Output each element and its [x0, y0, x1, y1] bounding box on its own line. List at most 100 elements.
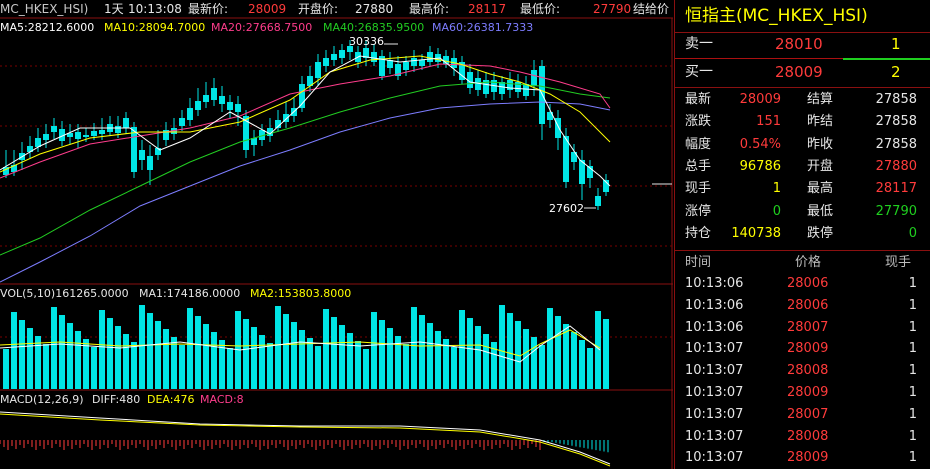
tick-time: 10:13:07	[685, 428, 744, 444]
stats-value: 27790	[875, 203, 917, 219]
ask-row[interactable]: 卖一 28010 1	[675, 33, 930, 56]
tick-price: 28007	[787, 319, 829, 335]
high-marker-label: 30336	[349, 35, 384, 48]
tick-time: 10:13:06	[685, 276, 744, 291]
volume-bar	[283, 314, 289, 389]
volume-bar	[419, 315, 425, 389]
stats-value: 151	[756, 114, 781, 130]
vol-ma2-legend: MA2:153803.8000	[250, 287, 352, 300]
candle-body	[187, 108, 193, 120]
volume-bar	[547, 308, 553, 389]
stats-label: 总手	[685, 158, 712, 174]
stats-value: 0	[908, 225, 917, 241]
bid-label: 买一	[685, 64, 713, 80]
volume-bar	[459, 310, 465, 389]
volume-bar	[139, 305, 145, 389]
stats-label: 开盘	[807, 158, 834, 174]
volume-bar	[267, 343, 273, 389]
tick-qty: 1	[908, 450, 917, 466]
tick-row[interactable]: 10:13:07 28008 1	[675, 360, 930, 382]
tick-row[interactable]: 10:13:07 28009 1	[675, 382, 930, 404]
tick-row[interactable]: 10:13:06 28006 1	[675, 273, 930, 295]
ticks-header-price: 价格	[795, 255, 822, 270]
macd-value-legend: MACD:8	[200, 393, 244, 406]
candle-body	[75, 132, 81, 139]
volume-bar	[195, 316, 201, 389]
candle-body	[515, 82, 521, 92]
tick-row[interactable]: 10:13:07 28009 1	[675, 338, 930, 360]
kline-chart-area[interactable]: MC_HKEX_HSI) 1天 10:13:08 最新价: 28009 开盘价:…	[0, 0, 673, 469]
volume-bar	[203, 324, 209, 389]
stats-value: 0	[772, 203, 781, 219]
stats-row: 总手 96786 开盘 27880	[675, 156, 930, 178]
vol-ma1-legend: MA1:174186.0000	[139, 287, 241, 300]
symbol-label: MC_HKEX_HSI)	[0, 2, 89, 16]
tick-qty: 1	[908, 276, 917, 291]
volume-bar	[427, 323, 433, 389]
volume-bar	[475, 326, 481, 389]
stats-value: 0.54%	[739, 136, 781, 152]
ask-price: 28010	[775, 35, 823, 53]
ma10-legend: MA10:28094.7000	[104, 21, 206, 34]
tick-price: 28006	[787, 297, 829, 313]
bid-row[interactable]: 买一 28009 2	[675, 61, 930, 84]
volume-bar	[291, 322, 297, 389]
macd-diff-legend: DIFF:480	[92, 393, 141, 406]
candle-body	[339, 50, 345, 58]
stats-row: 幅度 0.54% 昨收 27858	[675, 134, 930, 156]
volume-bar	[3, 349, 9, 389]
candle-body	[235, 104, 241, 112]
volume-bar	[243, 319, 249, 389]
stats-value: 27858	[875, 136, 917, 152]
bid-qty: 2	[891, 63, 901, 81]
volume-bar	[35, 336, 41, 389]
tick-time: 10:13:07	[685, 450, 744, 466]
volume-bar	[99, 310, 105, 389]
tick-time: 10:13:07	[685, 385, 744, 400]
tick-row[interactable]: 10:13:07 28009 1	[675, 447, 930, 469]
ask-qty: 1	[891, 35, 901, 53]
tick-price: 28007	[787, 406, 829, 422]
tick-row[interactable]: 10:13:07 28008 1	[675, 426, 930, 448]
stats-row: 持仓 140738 跌停 0	[675, 223, 930, 245]
candle-body	[531, 70, 537, 86]
tick-price: 28009	[787, 450, 829, 466]
stats-label: 昨结	[807, 114, 834, 130]
tick-qty: 1	[908, 385, 917, 400]
candle-body	[427, 52, 433, 62]
stats-value: 28117	[875, 181, 917, 197]
stats-label: 涨停	[685, 203, 712, 219]
volume-bar	[387, 328, 393, 389]
volume-bar	[67, 323, 73, 389]
candle-body	[227, 102, 233, 110]
candle-body	[523, 84, 529, 96]
macd-legend: MACD(12,26,9)	[0, 393, 84, 406]
candle-body	[83, 135, 89, 137]
quote-panel: 恒指主(MC_HKEX_HSI) 卖一 28010 1 买一 28009 2 最…	[674, 0, 930, 469]
tick-qty: 1	[908, 341, 917, 357]
stats-value: 28009	[739, 92, 781, 107]
stats-label: 现手	[685, 181, 712, 197]
bid-ask-strength-bar	[843, 58, 930, 60]
low-marker-label: 27602	[549, 202, 584, 215]
volume-bar	[483, 334, 489, 389]
stats-value: 140738	[731, 225, 781, 241]
stats-value: 27858	[875, 92, 917, 107]
period-label[interactable]: 1天	[104, 1, 124, 17]
candle-body	[419, 60, 425, 66]
stats-label: 最高	[807, 181, 834, 197]
time-label: 10:13:08	[128, 2, 182, 16]
ma10-line	[0, 55, 611, 173]
candle-body	[99, 130, 105, 134]
tick-price: 28008	[787, 428, 829, 444]
tick-row[interactable]: 10:13:06 28007 1	[675, 317, 930, 339]
ma5-legend: MA5:28212.6000	[0, 21, 95, 34]
tick-price: 28006	[787, 276, 829, 291]
tick-row[interactable]: 10:13:06 28006 1	[675, 295, 930, 317]
volume-bar	[403, 344, 409, 389]
tick-row[interactable]: 10:13:07 28007 1	[675, 404, 930, 426]
candle-body	[131, 127, 137, 172]
ticks-divider	[675, 250, 930, 251]
volume-bar	[323, 309, 329, 389]
candle-body	[371, 52, 377, 62]
